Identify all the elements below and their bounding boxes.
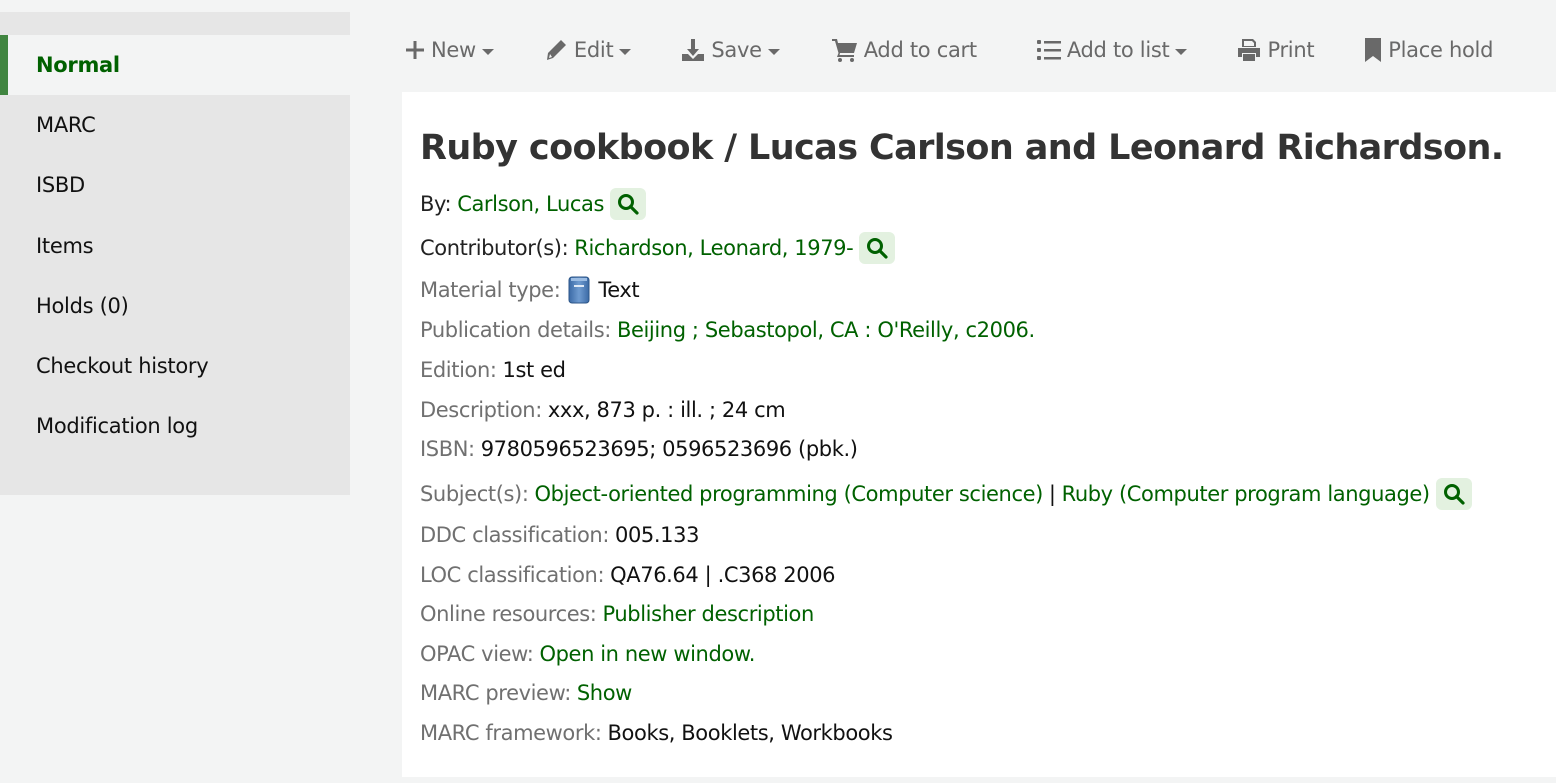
book-icon: [568, 276, 590, 304]
sidebar-item-checkout-history[interactable]: Checkout history: [0, 336, 350, 396]
contributor-search-button[interactable]: [859, 232, 896, 264]
add-to-cart-button[interactable]: Add to cart: [831, 38, 977, 62]
search-icon: [618, 194, 639, 215]
save-button[interactable]: Save: [681, 38, 780, 62]
print-button[interactable]: Print: [1237, 38, 1315, 62]
row-loc: LOC classification: QA76.64 | .C368 2006: [420, 563, 836, 587]
sidebar-item-normal[interactable]: Normal: [0, 35, 350, 96]
publisher-description-link[interactable]: Publisher description: [602, 602, 814, 626]
chevron-down-icon: [1175, 48, 1188, 55]
publication-link[interactable]: Beijing ; Sebastopol, CA : O'Reilly, c20…: [617, 318, 1035, 342]
add-to-cart-label: Add to cart: [863, 38, 977, 62]
record-title: Ruby cookbook / Lucas Carlson and Leonar…: [420, 128, 1504, 168]
ddc-label: DDC classification:: [420, 523, 609, 547]
by-label: By:: [420, 192, 452, 216]
loc-label: LOC classification:: [420, 563, 605, 587]
place-hold-button[interactable]: Place hold: [1364, 38, 1493, 62]
marc-preview-label: MARC preview:: [420, 681, 571, 705]
row-opac-view: OPAC view: Open in new window.: [420, 642, 755, 666]
chevron-down-icon: [767, 48, 780, 55]
subjects-label: Subject(s):: [420, 482, 529, 506]
new-button-label: New: [431, 38, 476, 62]
row-isbn: ISBN: 9780596523695; 0596523696 (pbk.): [420, 437, 858, 461]
chevron-down-icon: [481, 48, 494, 55]
ddc-value: 005.133: [615, 523, 700, 547]
contributors-label: Contributor(s):: [420, 236, 569, 260]
search-icon: [1443, 484, 1465, 505]
author-link[interactable]: Carlson, Lucas: [457, 192, 604, 216]
row-by: By: Carlson, Lucas: [420, 188, 647, 220]
row-online-resources: Online resources: Publisher description: [420, 602, 814, 626]
row-edition: Edition: 1st ed: [420, 358, 566, 382]
search-icon: [867, 238, 888, 259]
subject-separator: |: [1048, 482, 1056, 506]
description-value: xxx, 873 p. : ill. ; 24 cm: [547, 398, 786, 422]
place-hold-label: Place hold: [1388, 38, 1494, 62]
isbn-value: 9780596523695; 0596523696 (pbk.): [480, 437, 858, 461]
opac-view-link[interactable]: Open in new window.: [539, 642, 755, 666]
cart-icon: [831, 39, 857, 62]
contributor-link[interactable]: Richardson, Leonard, 1979-: [574, 236, 853, 260]
row-contributors: Contributor(s): Richardson, Leonard, 197…: [420, 232, 896, 264]
sidebar-item-marc[interactable]: MARC: [0, 95, 350, 155]
subject-link[interactable]: Ruby (Computer program language): [1062, 482, 1431, 506]
sidebar-item-isbd[interactable]: ISBD: [0, 155, 350, 215]
add-to-list-button[interactable]: Add to list: [1036, 38, 1188, 62]
publication-label: Publication details:: [420, 318, 611, 342]
row-subjects: Subject(s): Object-oriented programming …: [420, 478, 1472, 510]
sidebar-nav: Normal MARC ISBD Items Holds (0) Checkou…: [0, 12, 350, 495]
online-resources-label: Online resources:: [420, 602, 597, 626]
row-marc-preview: MARC preview: Show: [420, 681, 632, 705]
add-to-list-label: Add to list: [1066, 38, 1170, 62]
description-label: Description:: [420, 398, 542, 422]
edition-value: 1st ed: [502, 358, 566, 382]
row-marc-framework: MARC framework: Books, Booklets, Workboo…: [420, 721, 893, 745]
sidebar-item-holds[interactable]: Holds (0): [0, 276, 350, 336]
sidebar-item-modification-log[interactable]: Modification log: [0, 396, 350, 456]
print-label: Print: [1267, 38, 1315, 62]
isbn-label: ISBN:: [420, 437, 475, 461]
author-search-button[interactable]: [610, 188, 647, 220]
material-type-value: Text: [598, 278, 640, 302]
toolbar: New Edit Save Add to cart Add to list Pr…: [402, 30, 1493, 70]
row-ddc: DDC classification: 005.133: [420, 523, 699, 547]
row-publication: Publication details: Beijing ; Sebastopo…: [420, 318, 1035, 342]
sidebar-item-items[interactable]: Items: [0, 216, 350, 276]
save-button-label: Save: [711, 38, 762, 62]
marc-framework-label: MARC framework:: [420, 721, 602, 745]
loc-value: QA76.64 | .C368 2006: [610, 563, 836, 587]
record-detail-panel: Ruby cookbook / Lucas Carlson and Leonar…: [402, 92, 1556, 777]
subject-link[interactable]: Object-oriented programming (Computer sc…: [535, 482, 1044, 506]
edition-label: Edition:: [420, 358, 497, 382]
chevron-down-icon: [619, 48, 632, 55]
printer-icon: [1238, 39, 1261, 61]
row-description: Description: xxx, 873 p. : ill. ; 24 cm: [420, 398, 786, 422]
material-type-label: Material type:: [420, 278, 561, 302]
pencil-icon: [546, 40, 566, 60]
marc-framework-value: Books, Booklets, Workbooks: [607, 721, 893, 745]
download-icon: [682, 39, 705, 61]
edit-button[interactable]: Edit: [544, 38, 632, 62]
new-button[interactable]: New: [405, 38, 494, 62]
marc-preview-show-link[interactable]: Show: [577, 681, 632, 705]
list-icon: [1036, 40, 1061, 60]
plus-icon: [406, 41, 424, 59]
bookmark-icon: [1365, 38, 1382, 62]
row-material-type: Material type: Text: [420, 276, 640, 304]
subject-search-button[interactable]: [1435, 478, 1472, 510]
opac-view-label: OPAC view:: [420, 642, 534, 666]
edit-button-label: Edit: [573, 38, 614, 62]
